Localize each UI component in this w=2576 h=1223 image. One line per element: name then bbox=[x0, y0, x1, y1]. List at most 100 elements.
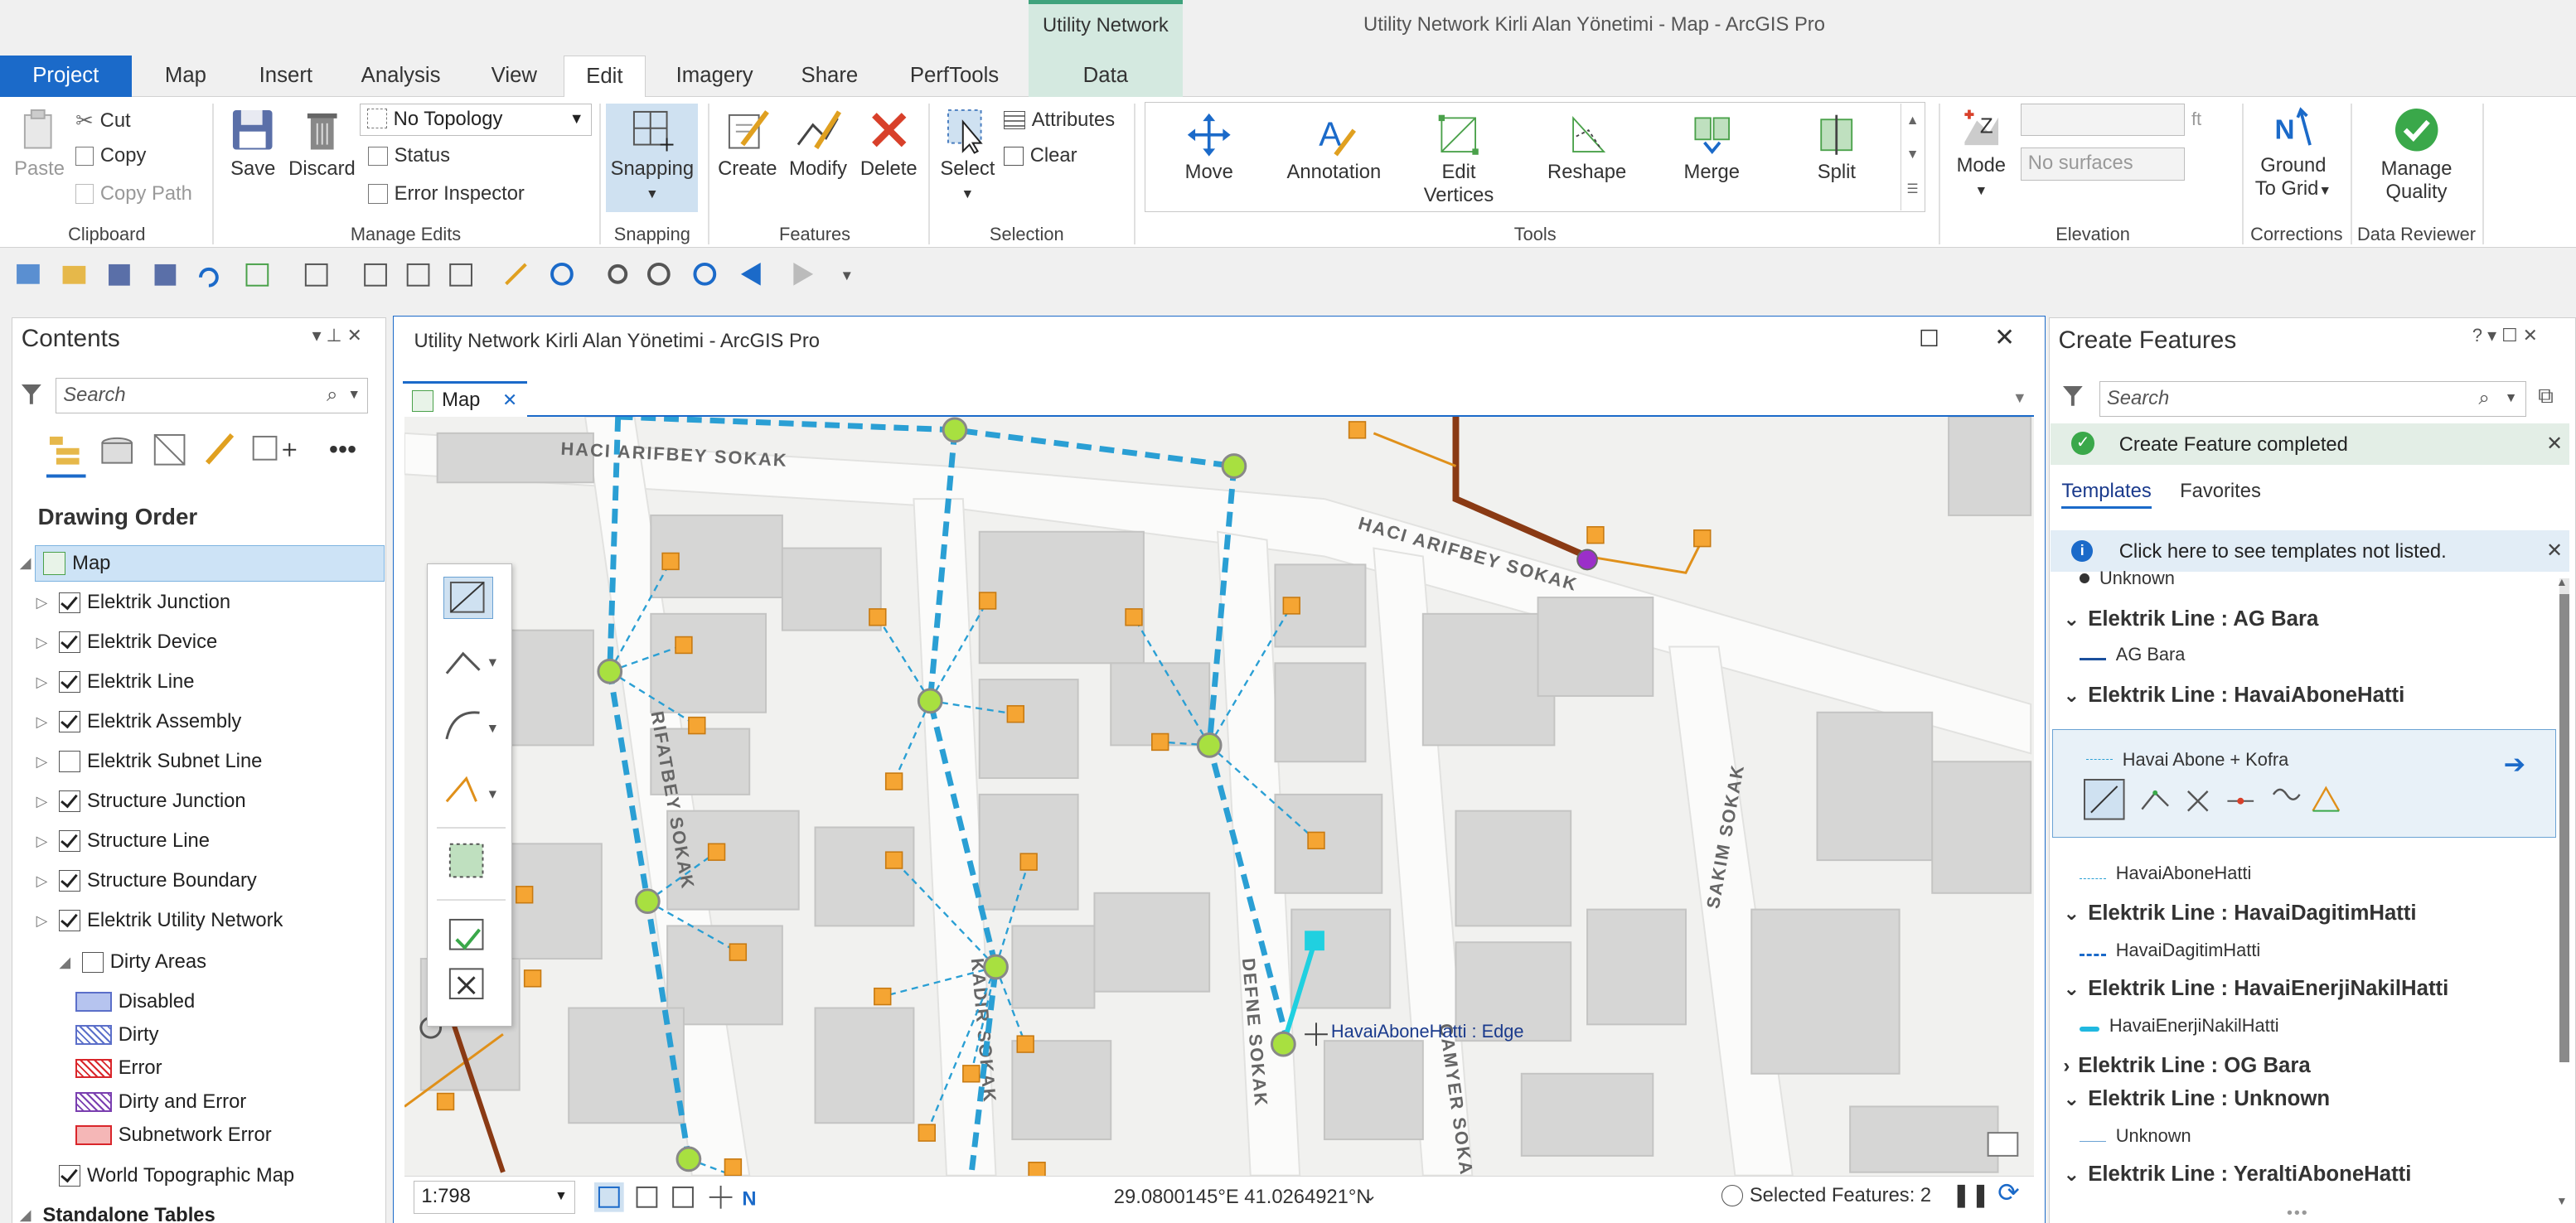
layer-row[interactable]: ▷ Elektrik Subnet Line bbox=[36, 747, 263, 776]
chevron-right-icon[interactable]: ▷ bbox=[36, 634, 53, 651]
close-icon[interactable]: ✕ bbox=[2546, 432, 2563, 456]
template-item[interactable]: HavaiAboneHatti bbox=[2080, 863, 2251, 884]
chevron-right-icon[interactable]: ▷ bbox=[36, 753, 53, 771]
attributes-button[interactable]: Attributes bbox=[1004, 109, 1115, 132]
select-button[interactable]: Select ▼ bbox=[937, 105, 999, 204]
chevron-right-icon[interactable]: ▷ bbox=[36, 873, 53, 890]
layer-checkbox[interactable] bbox=[59, 671, 81, 694]
discard-button[interactable]: Discard bbox=[288, 105, 356, 181]
surfaces-dropdown[interactable]: No surfaces bbox=[2020, 147, 2186, 181]
pane-resize-grip[interactable]: ••• bbox=[2287, 1204, 2309, 1223]
template-group-header[interactable]: ⌄ Elektrik Line : HavaiEnerjiNakilHatti bbox=[2063, 977, 2448, 1001]
layer-checkbox[interactable] bbox=[59, 910, 81, 931]
layer-checkbox[interactable] bbox=[59, 830, 81, 853]
standalone-tables-heading[interactable]: ◢ Standalone Tables bbox=[20, 1201, 215, 1223]
close-icon[interactable]: ✕ bbox=[1994, 323, 2015, 352]
construction-tool-icons[interactable]: ▼ ▼ ▼ bbox=[437, 641, 506, 1018]
snapping-button-content[interactable]: Snapping ▼ bbox=[606, 105, 698, 204]
map-drawing[interactable]: HACI ARIFBEY SOKAK HACI ARIFBEY SOKAK RI… bbox=[404, 417, 2034, 1177]
contents-view-icons[interactable]: ••• bbox=[43, 430, 371, 479]
layer-row[interactable]: ▷ Elektrik Line bbox=[36, 667, 195, 697]
chevron-right-icon[interactable]: ▷ bbox=[36, 594, 53, 612]
cut-button[interactable]: ✂ Cut bbox=[75, 109, 130, 133]
layer-row[interactable]: ▷ Elektrik Junction bbox=[36, 588, 230, 618]
arrow-right-icon[interactable]: ➔ bbox=[2504, 749, 2526, 780]
layer-checkbox[interactable] bbox=[59, 751, 81, 773]
chevron-right-icon[interactable]: ▷ bbox=[36, 793, 53, 810]
tab-share[interactable]: Share bbox=[792, 56, 867, 97]
layer-row[interactable]: ▷ Structure Boundary bbox=[36, 866, 257, 896]
copy-path-button[interactable]: Copy Path bbox=[75, 182, 192, 205]
pane-options-icons[interactable]: ? ▾ ☐ ✕ bbox=[2472, 325, 2538, 346]
maximize-icon[interactable]: ☐ bbox=[1919, 325, 1939, 352]
template-item[interactable]: Unknown bbox=[2080, 1125, 2191, 1147]
tab-map[interactable]: Map bbox=[151, 56, 220, 97]
tab-templates[interactable]: Templates bbox=[2061, 480, 2152, 509]
template-group-header[interactable]: ⌄ Elektrik Line : AG Bara bbox=[2063, 607, 2318, 631]
layer-row[interactable]: ▷ Structure Line bbox=[36, 826, 210, 856]
map-layer[interactable]: ◢ Map bbox=[20, 549, 110, 578]
template-item[interactable]: HavaiDagitimHatti bbox=[2080, 940, 2260, 961]
tab-project[interactable]: Project bbox=[0, 56, 132, 97]
tab-favorites[interactable]: Favorites bbox=[2180, 480, 2261, 503]
elevation-mode-button[interactable]: Z Mode ▼ bbox=[1945, 105, 2017, 201]
templates-search-input[interactable]: Search ⌕ ▼ bbox=[2099, 380, 2527, 418]
tab-insert[interactable]: Insert bbox=[246, 56, 325, 97]
chevron-down-icon[interactable]: ▼ bbox=[2556, 1194, 2568, 1207]
paste-button[interactable]: Paste bbox=[10, 105, 69, 181]
layer-checkbox[interactable] bbox=[59, 870, 81, 892]
gallery-scroll[interactable]: ▲ ▼ ☰ bbox=[1901, 103, 1924, 210]
move-tool-button[interactable]: Move bbox=[1169, 112, 1248, 184]
template-group-header[interactable]: ⌄ Elektrik Line : Unknown bbox=[2063, 1087, 2330, 1111]
elevation-value-input[interactable] bbox=[2020, 103, 2186, 137]
copy-button[interactable]: Copy bbox=[75, 144, 146, 167]
map-tab[interactable]: Map ✕ bbox=[402, 380, 528, 418]
basemap-layer[interactable]: World Topographic Map bbox=[36, 1161, 294, 1191]
filter-icon[interactable] bbox=[2061, 384, 2085, 413]
close-icon[interactable]: ✕ bbox=[2546, 539, 2563, 563]
status-button[interactable]: Status bbox=[367, 144, 450, 167]
tab-analysis[interactable]: Analysis bbox=[351, 56, 450, 97]
chevron-down-icon[interactable]: ⌄ bbox=[2063, 684, 2080, 708]
save-button[interactable]: Save bbox=[224, 105, 283, 181]
manage-templates-icon[interactable]: ⧉ bbox=[2538, 384, 2553, 409]
layer-row[interactable]: ▷ Structure Junction bbox=[36, 786, 246, 816]
chevron-right-icon[interactable]: ▷ bbox=[36, 674, 53, 691]
reshape-tool-button[interactable]: Reshape bbox=[1544, 112, 1629, 184]
chevron-down-icon[interactable]: ⌄ bbox=[2063, 607, 2080, 631]
layer-checkbox[interactable] bbox=[59, 790, 81, 813]
chevron-down-icon[interactable]: ⌄ bbox=[1363, 1186, 1378, 1206]
checkbox[interactable] bbox=[82, 951, 104, 974]
template-group-header[interactable]: › Elektrik Line : OG Bara bbox=[2063, 1054, 2310, 1078]
split-tool-button[interactable]: Split bbox=[1800, 112, 1872, 184]
scale-dropdown[interactable]: 1:798 ▼ bbox=[414, 1181, 575, 1214]
merge-tool-button[interactable]: Merge bbox=[1673, 112, 1751, 184]
chevron-right-icon[interactable]: › bbox=[2063, 1055, 2070, 1078]
dirty-areas-layer[interactable]: ◢ Dirty Areas bbox=[59, 948, 206, 978]
template-item[interactable]: Unknown bbox=[2080, 570, 2175, 587]
manage-quality-button[interactable]: Manage Quality bbox=[2365, 105, 2467, 204]
checkbox[interactable] bbox=[59, 1165, 81, 1187]
layer-row[interactable]: ▷ Elektrik Device bbox=[36, 628, 218, 658]
edit-vertices-tool-button[interactable]: Edit Vertices bbox=[1416, 112, 1501, 207]
pause-drawing-icon[interactable]: ❚❚ bbox=[1952, 1181, 1990, 1208]
template-tool-icons[interactable] bbox=[2083, 778, 2362, 821]
status-tool-icons[interactable]: N bbox=[594, 1182, 775, 1212]
chevron-right-icon[interactable]: ▷ bbox=[36, 713, 53, 731]
delete-button[interactable]: Delete bbox=[858, 105, 920, 181]
selected-template[interactable]: Havai Abone + Kofra bbox=[2086, 749, 2288, 771]
template-group-header[interactable]: ⌄ Elektrik Line : HavaiAboneHatti bbox=[2063, 684, 2404, 708]
tab-edit[interactable]: Edit bbox=[563, 56, 646, 99]
contents-search-input[interactable]: Search ⌕ ▼ bbox=[56, 377, 368, 414]
filter-icon[interactable] bbox=[20, 383, 43, 412]
chevron-right-icon[interactable]: ▷ bbox=[36, 833, 53, 850]
chevron-down-icon[interactable]: ⌄ bbox=[2063, 1087, 2080, 1111]
chevron-right-icon[interactable]: ▷ bbox=[36, 912, 53, 930]
tab-perftools[interactable]: PerfTools bbox=[900, 56, 1009, 97]
map-canvas[interactable]: HACI ARIFBEY SOKAK HACI ARIFBEY SOKAK RI… bbox=[404, 417, 2034, 1177]
template-item[interactable]: HavaiEnerjiNakilHatti bbox=[2080, 1015, 2279, 1037]
chevron-up-icon[interactable]: ▲ bbox=[2556, 575, 2568, 588]
chevron-down-icon[interactable]: ⌄ bbox=[2063, 1163, 2080, 1187]
ground-to-grid-button[interactable]: N Ground To Grid▼ bbox=[2247, 105, 2339, 201]
chevron-down-icon[interactable]: ⌄ bbox=[2063, 902, 2080, 926]
